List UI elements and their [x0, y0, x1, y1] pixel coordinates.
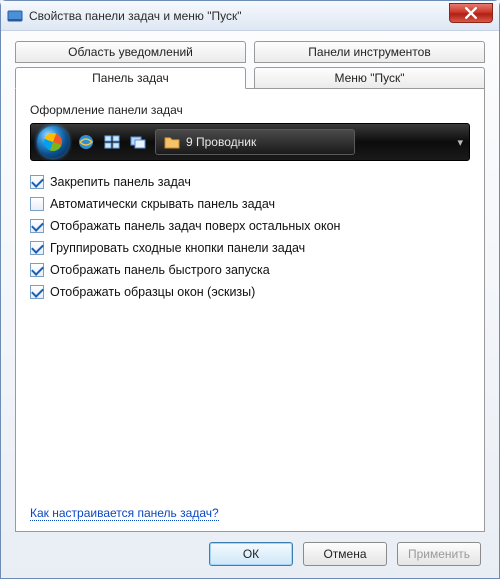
checkbox-autohide[interactable]: [30, 197, 44, 211]
properties-dialog: Свойства панели задач и меню "Пуск" Обла…: [0, 0, 500, 579]
tab-taskbar[interactable]: Панель задач: [15, 67, 246, 89]
option-label: Автоматически скрывать панель задач: [50, 197, 275, 211]
option-autohide[interactable]: Автоматически скрывать панель задач: [30, 197, 470, 211]
option-label: Группировать сходные кнопки панели задач: [50, 241, 305, 255]
close-button[interactable]: [449, 3, 493, 23]
folder-icon: [164, 135, 180, 149]
switch-windows-icon: [129, 133, 147, 151]
tab-start-menu[interactable]: Меню "Пуск": [254, 67, 485, 89]
tabstrip: Область уведомлений Панели инструментов …: [15, 41, 485, 89]
option-on-top[interactable]: Отображать панель задач поверх остальных…: [30, 219, 470, 233]
app-icon: [7, 8, 23, 24]
window-title: Свойства панели задач и меню "Пуск": [29, 9, 242, 23]
tabpanel-taskbar: Оформление панели задач: [15, 88, 485, 532]
taskbar-task-explorer: 9 Проводник: [155, 129, 355, 155]
option-group[interactable]: Группировать сходные кнопки панели задач: [30, 241, 470, 255]
taskbar-preview: 9 Проводник ▾: [30, 123, 470, 161]
checkbox-thumbnails[interactable]: [30, 285, 44, 299]
options-list: Закрепить панель задач Автоматически скр…: [30, 175, 470, 299]
checkbox-on-top[interactable]: [30, 219, 44, 233]
option-lock-taskbar[interactable]: Закрепить панель задач: [30, 175, 470, 189]
ie-icon: [77, 133, 95, 151]
show-desktop-icon: [103, 133, 121, 151]
option-label: Отображать панель задач поверх остальных…: [50, 219, 340, 233]
ok-button[interactable]: ОК: [209, 542, 293, 566]
option-label: Отображать образцы окон (эскизы): [50, 285, 255, 299]
start-orb-icon: [37, 126, 69, 158]
tab-toolbars[interactable]: Панели инструментов: [254, 41, 485, 63]
tray-chevron-icon: ▾: [457, 136, 463, 149]
option-label: Закрепить панель задач: [50, 175, 191, 189]
apply-button[interactable]: Применить: [397, 542, 481, 566]
option-thumbnails[interactable]: Отображать образцы окон (эскизы): [30, 285, 470, 299]
dialog-button-row: ОК Отмена Применить: [15, 532, 485, 570]
taskbar-task-label: 9 Проводник: [186, 135, 256, 149]
help-link[interactable]: Как настраивается панель задач?: [30, 506, 219, 521]
client-area: Область уведомлений Панели инструментов …: [1, 31, 499, 578]
checkbox-lock[interactable]: [30, 175, 44, 189]
tab-notification-area[interactable]: Область уведомлений: [15, 41, 246, 63]
checkbox-quicklaunch[interactable]: [30, 263, 44, 277]
checkbox-group[interactable]: [30, 241, 44, 255]
titlebar: Свойства панели задач и меню "Пуск": [1, 1, 499, 31]
option-quicklaunch[interactable]: Отображать панель быстрого запуска: [30, 263, 470, 277]
option-label: Отображать панель быстрого запуска: [50, 263, 270, 277]
cancel-button[interactable]: Отмена: [303, 542, 387, 566]
group-label-appearance: Оформление панели задач: [30, 103, 470, 117]
